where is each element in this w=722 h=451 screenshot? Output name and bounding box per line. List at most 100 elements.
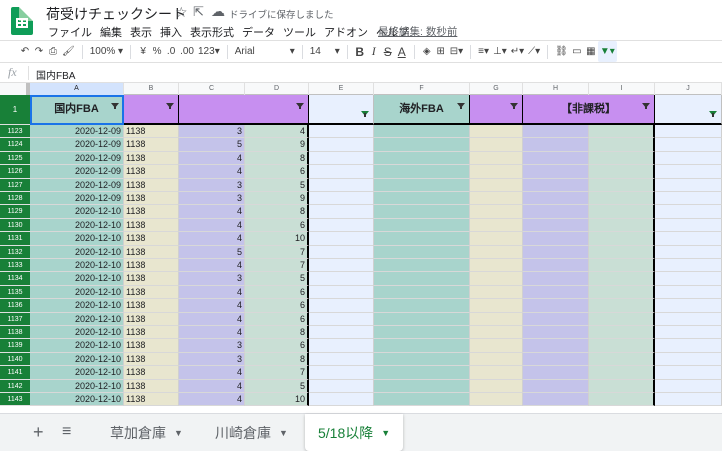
code-cell[interactable]: 1138 [124,205,179,219]
link-icon[interactable]: ⛓ [553,41,570,62]
cell[interactable] [309,379,374,393]
cell[interactable] [589,232,655,246]
code-cell[interactable]: 1138 [124,285,179,300]
date-cell[interactable]: 2020-12-10 [30,393,124,407]
cell[interactable] [309,312,374,326]
cell[interactable] [374,299,470,313]
row-header[interactable]: 1139 [0,339,30,353]
cell[interactable] [655,339,722,353]
cell[interactable] [523,245,589,259]
count-cell[interactable]: 4 [179,151,245,166]
cell[interactable] [470,165,523,179]
cell[interactable] [655,326,722,340]
font-size-select[interactable]: 14 ▾ [308,41,342,62]
date-cell[interactable]: 2020-12-09 [30,138,124,152]
cell[interactable] [589,272,655,286]
column-header-c[interactable]: C [179,83,245,95]
column-header-e[interactable]: E [309,83,374,95]
cell[interactable] [589,205,655,219]
cell[interactable] [655,272,722,286]
count-cell[interactable]: 4 [179,393,245,407]
cell[interactable] [470,312,523,326]
date-cell[interactable]: 2020-12-09 [30,192,124,206]
cell[interactable] [589,352,655,367]
date-cell[interactable]: 2020-12-10 [30,339,124,353]
cell[interactable] [309,352,374,367]
cell[interactable] [374,326,470,340]
cell[interactable] [655,393,722,407]
value-cell[interactable]: 7 [245,259,309,273]
cell[interactable] [470,259,523,273]
cell[interactable] [655,299,722,313]
cell[interactable] [523,393,589,407]
date-cell[interactable]: 2020-12-10 [30,259,124,273]
header-cell[interactable] [179,95,309,125]
date-cell[interactable]: 2020-12-09 [30,178,124,192]
menu-item[interactable]: アドオン [320,24,372,40]
cell[interactable] [309,165,374,179]
row-header[interactable]: 1130 [0,218,30,233]
cell[interactable] [470,125,523,139]
chevron-down-icon[interactable]: ▼ [174,428,183,438]
row-header[interactable]: 1141 [0,366,30,380]
cell[interactable] [309,178,374,192]
code-cell[interactable]: 1138 [124,245,179,259]
cell[interactable] [523,272,589,286]
cell[interactable] [374,138,470,152]
cell[interactable] [309,259,374,273]
column-header-d[interactable]: D [245,83,309,95]
row-header[interactable]: 1133 [0,259,30,273]
code-cell[interactable]: 1138 [124,366,179,380]
cell[interactable] [309,272,374,286]
cell[interactable] [589,299,655,313]
currency-button[interactable]: ¥ [136,41,150,62]
count-cell[interactable]: 3 [179,178,245,192]
cell[interactable] [655,125,722,139]
value-cell[interactable]: 8 [245,352,309,367]
cell[interactable] [309,151,374,166]
cell[interactable] [523,165,589,179]
text-color-button[interactable]: A [395,41,409,62]
cell[interactable] [374,245,470,259]
code-cell[interactable]: 1138 [124,232,179,246]
cell[interactable] [655,245,722,259]
cell[interactable] [470,366,523,380]
filter-icon[interactable] [457,103,465,109]
date-cell[interactable]: 2020-12-10 [30,272,124,286]
count-cell[interactable]: 4 [179,285,245,300]
code-cell[interactable]: 1138 [124,138,179,152]
cell[interactable] [470,205,523,219]
cell[interactable] [655,232,722,246]
italic-button[interactable]: I [367,41,381,62]
cell[interactable] [309,285,374,300]
cell[interactable] [655,165,722,179]
cell[interactable] [655,205,722,219]
header-cell[interactable] [124,95,179,125]
value-cell[interactable]: 7 [245,366,309,380]
code-cell[interactable]: 1138 [124,178,179,192]
text-rotate-icon[interactable]: ⟋▾ [526,41,542,62]
zoom-select[interactable]: 100% ▾ [88,41,125,62]
undo-icon[interactable]: ↶ [18,41,32,62]
cell[interactable] [589,245,655,259]
spreadsheet-grid[interactable]: A B C D E F G H I J 1 国内FBA 海外FBA 【非課税】 1123 2020-12-09… [0,83,722,413]
menu-item[interactable]: データ [238,24,279,40]
row-header[interactable]: 1140 [0,352,30,367]
row-header-1[interactable]: 1 [0,95,30,125]
count-cell[interactable]: 3 [179,192,245,206]
cell[interactable] [655,366,722,380]
code-cell[interactable]: 1138 [124,192,179,206]
cell[interactable] [374,178,470,192]
column-header-f[interactable]: F [374,83,470,95]
row-header[interactable]: 1142 [0,379,30,393]
value-cell[interactable]: 6 [245,285,309,300]
cell[interactable] [589,285,655,300]
date-cell[interactable]: 2020-12-10 [30,218,124,233]
menu-item[interactable]: ツール [279,24,320,40]
code-cell[interactable]: 1138 [124,312,179,326]
row-header[interactable]: 1143 [0,393,30,407]
cell[interactable] [470,285,523,300]
cell[interactable] [374,205,470,219]
filter-icon[interactable] [166,103,174,109]
cell[interactable] [374,125,470,139]
